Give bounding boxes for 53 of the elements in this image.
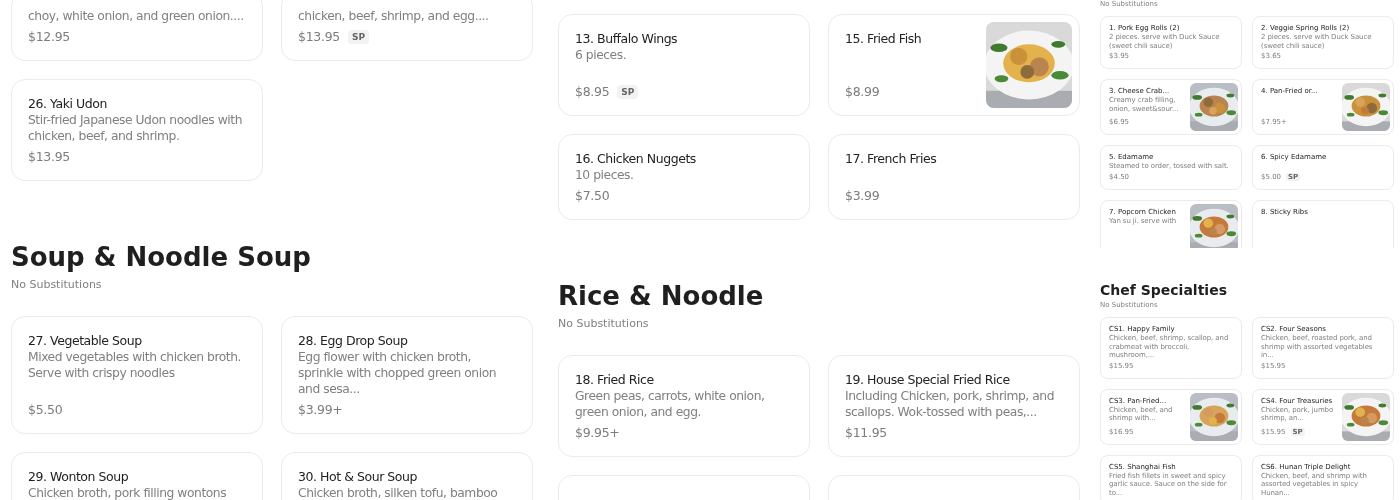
- section-heading: Chef Specialties: [1100, 281, 1228, 299]
- item-description: 10 pieces.: [575, 167, 635, 183]
- section-note: No Substitutions: [11, 278, 103, 292]
- menu-card[interactable]: choy, white onion, and green onion.... $12.95: [11, 0, 263, 61]
- menu-card[interactable]: 17. French Fries $3.99: [828, 134, 1080, 220]
- item-price: $8.95: [575, 83, 610, 100]
- item-name: 30. Hot & Sour Soup: [298, 468, 418, 485]
- menu-card[interactable]: 13. Buffalo Wings 6 pieces. $8.95 SP: [558, 14, 810, 116]
- section-heading: Rice & Noodle: [558, 280, 765, 312]
- item-description: choy, white onion, and green onion....: [28, 8, 245, 24]
- item-name: 15. Fried Fish: [845, 30, 923, 47]
- menu-card[interactable]: 15. Fried Fish $8.99: [828, 14, 1080, 116]
- item-price: $8.99: [845, 83, 880, 100]
- item-name: 16. Chicken Nuggets: [575, 150, 697, 167]
- item-price: $11.95: [845, 424, 887, 441]
- menu-card[interactable]: 16. Chicken Nuggets 10 pieces. $7.50: [558, 134, 810, 220]
- item-name: 26. Yaki Udon: [28, 95, 108, 112]
- item-price: $12.95: [28, 28, 70, 45]
- menu-card[interactable]: 28. Egg Drop Soup Egg flower with chicken broth, sprinkle with chopped green onion and sesa... $3.99+: [281, 316, 533, 434]
- menu-card[interactable]: 27. Vegetable Soup Mixed vegetables with chicken broth. Serve with crispy noodles $5.50: [11, 316, 263, 434]
- item-price: $9.95+: [575, 424, 620, 441]
- spicy-tag: SP: [617, 84, 639, 99]
- item-price: $13.95: [28, 148, 70, 165]
- item-description: Mixed vegetables with chicken broth. Serve with crispy noodles: [28, 349, 242, 381]
- item-name: 13. Buffalo Wings: [575, 30, 679, 47]
- item-description: Chicken broth, silken tofu, bamboo: [298, 485, 499, 500]
- item-description: Green peas, carrots, white onion, green onion, and egg.: [575, 388, 766, 420]
- item-description: Egg flower with chicken broth, sprinkle with chopped green onion and sesa...: [298, 349, 498, 397]
- item-price: $7.50: [575, 187, 610, 204]
- menu-card[interactable]: 18. Fried Rice Green peas, carrots, white onion, green onion, and egg. $9.95+: [558, 355, 810, 457]
- item-price: $3.99+: [298, 401, 343, 418]
- item-description: Chicken broth, pork filling wontons: [28, 485, 228, 500]
- item-name: 28. Egg Drop Soup: [298, 332, 409, 349]
- section-note: No Substitutions: [558, 317, 650, 331]
- menu-card[interactable]: 19. House Special Fried Rice Including Chicken, pork, shrimp, and scallops. Wok-tossed with peas,... $11.95: [828, 355, 1080, 457]
- menu-card[interactable]: 26. Yaki Udon Stir-fried Japanese Udon noodles with chicken, beef, and shrimp. $13.95: [11, 79, 263, 181]
- menu-card[interactable]: 30. Hot & Sour Soup Chicken broth, silken tofu, bamboo: [281, 452, 533, 500]
- item-description: Stir-fried Japanese Udon noodles with chicken, beef, and shrimp.: [28, 112, 243, 144]
- item-price: $5.50: [28, 401, 63, 418]
- menu-card[interactable]: 29. Wonton Soup Chicken broth, pork filling wontons: [11, 452, 263, 500]
- item-name: 18. Fried Rice: [575, 371, 655, 388]
- menu-card[interactable]: chicken, beef, shrimp, and egg.... $13.95 SP: [281, 0, 533, 61]
- item-price: $3.99: [845, 187, 880, 204]
- item-description: chicken, beef, shrimp, and egg....: [298, 8, 490, 24]
- item-description: Including Chicken, pork, shrimp, and scallops. Wok-tossed with peas,...: [845, 388, 1056, 420]
- item-description: 6 pieces.: [575, 47, 628, 63]
- item-price: $13.95: [298, 28, 340, 45]
- spicy-tag: SP: [347, 29, 370, 44]
- item-name: 29. Wonton Soup: [28, 468, 130, 485]
- item-name: 17. French Fries: [845, 150, 938, 167]
- section-heading: Soup & Noodle Soup: [11, 241, 312, 273]
- item-name: 19. House Special Fried Rice: [845, 371, 1011, 388]
- item-name: 27. Vegetable Soup: [28, 332, 143, 349]
